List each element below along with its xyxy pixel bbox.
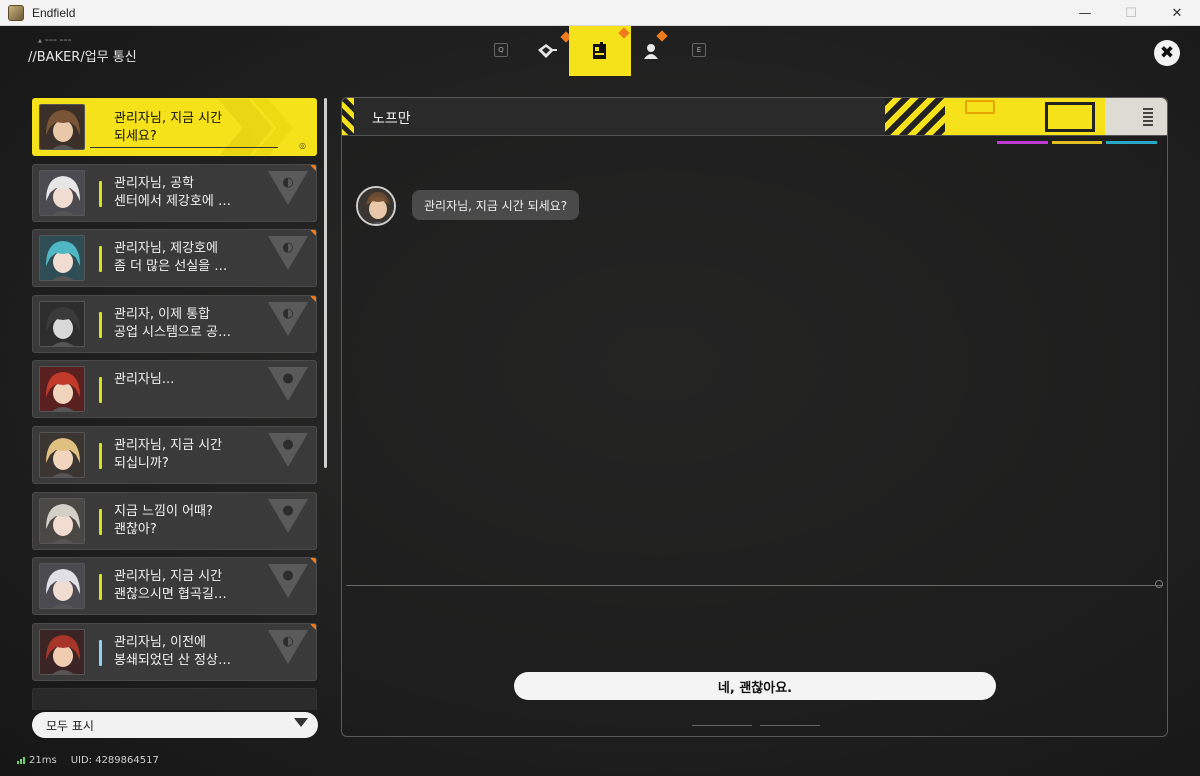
- bottom-decoration: [692, 725, 852, 727]
- conversation-item[interactable]: ◐ 관리자, 이제 통합 공업 시스템으로 공…: [32, 294, 317, 353]
- conversation-preview: 지금 느낌이 어때? 괜찮아?: [114, 503, 213, 537]
- avatar: [39, 497, 85, 544]
- app-icon: [8, 4, 24, 21]
- document-icon: [593, 42, 606, 59]
- filter-label: 모두 표시: [46, 718, 94, 733]
- uid-text: UID: 4289864517: [70, 755, 159, 766]
- reply-option-button[interactable]: 네, 괜찮아요.: [514, 672, 996, 700]
- conversation-item[interactable]: ● 관리자님, 지금 시간 되십니까?: [32, 426, 317, 484]
- avatar: [39, 235, 85, 282]
- person-silhouette-icon: ●: [282, 371, 294, 387]
- message-bubble: 관리자님, 지금 시간 되세요?: [412, 190, 580, 220]
- conversation-item[interactable]: ● 관리자님, 지금 시간 괜찮으시면 협곡길…: [32, 557, 317, 616]
- conversation-preview: 관리자님, 지금 시간 되세요?: [114, 111, 223, 144]
- conversation-item[interactable]: ◐ 관리자님, 제강호에 좀 더 많은 선실을 …: [32, 229, 317, 288]
- conversation-preview: 관리자님, 지금 시간 되십니까?: [114, 438, 223, 471]
- signal-icon: [17, 757, 25, 764]
- filter-dropdown[interactable]: 모두 표시: [32, 712, 318, 738]
- planet-icon: ◐: [282, 633, 294, 649]
- conversation-item[interactable]: ◐ 관리자님, 이전에 봉쇄되었던 산 정상…: [32, 622, 317, 681]
- contact-avatar: [356, 186, 396, 226]
- category-bar: [99, 574, 102, 601]
- person-silhouette-icon: ●: [282, 568, 294, 584]
- category-bar: [99, 180, 102, 207]
- menu-lines-icon: [1143, 108, 1153, 128]
- color-segment: [1051, 141, 1103, 144]
- minimize-button[interactable]: —: [1062, 0, 1108, 26]
- category-bar: [99, 443, 102, 469]
- conversation-preview: 관리자님, 제강호에 좀 더 많은 선실을 …: [114, 241, 228, 275]
- window-titlebar: Endfield — ☐ ✕: [0, 0, 1200, 26]
- avatar: [39, 563, 85, 610]
- category-bar: [99, 311, 102, 338]
- new-indicator: [310, 230, 316, 236]
- conversation-preview: 관리자님...: [114, 372, 175, 388]
- planet-icon: ◐: [282, 240, 294, 256]
- new-indicator: [656, 30, 668, 42]
- maximize-button[interactable]: ☐: [1108, 0, 1154, 26]
- header-end-panel: [1105, 98, 1167, 135]
- window-controls: — ☐ ✕: [1062, 0, 1200, 26]
- conversation-item[interactable]: ◎ 관리자님, 지금 시간 되세요?: [32, 98, 317, 156]
- person-icon: [644, 44, 658, 59]
- avatar: [39, 432, 85, 478]
- filter-icon: [294, 718, 308, 727]
- window-close-button[interactable]: ✕: [1154, 0, 1200, 26]
- avatar: [39, 628, 85, 675]
- color-segment: [997, 141, 1048, 144]
- new-indicator: [310, 558, 316, 564]
- conversation-preview: 관리자님, 지금 시간 괜찮으시면 협곡길…: [114, 569, 227, 603]
- header-stripe: [342, 98, 354, 135]
- eye-icon: ◎: [299, 141, 306, 150]
- person-silhouette-icon: ●: [282, 502, 294, 518]
- color-segment: [1106, 141, 1158, 144]
- conversation-item[interactable]: ● 지금 느낌이 어때? 괜찮아?: [32, 491, 317, 550]
- divider-knob: [1155, 580, 1163, 588]
- category-bar: [99, 639, 102, 666]
- ping-value: 21ms: [29, 755, 57, 766]
- chat-panel: 노프만 관리자님, 지금 시간 되세요? 네, 괜찮아요.: [341, 97, 1168, 737]
- new-indicator: [310, 295, 316, 302]
- q-key-hint: Q: [494, 43, 508, 57]
- conversation-item[interactable]: ● 관리자님...: [32, 360, 317, 419]
- gift-icon: [538, 44, 557, 58]
- avatar: [39, 169, 85, 216]
- close-icon[interactable]: ✖: [1154, 40, 1180, 66]
- game-viewport: ▲ ═══ ═══ //BAKER/업무 통신 Q E ✖ ◎ 관리자님, 지금…: [0, 26, 1200, 776]
- planet-icon: ◐: [282, 174, 294, 190]
- avatar: [39, 104, 85, 150]
- chat-header: 노프만: [342, 98, 1167, 136]
- conversation-item[interactable]: ◐ 관리자님, 공학 센터에서 제강호에 …: [32, 163, 317, 222]
- conversation-item[interactable]: [32, 688, 317, 710]
- new-indicator: [310, 623, 316, 630]
- underline-decoration: [90, 147, 278, 148]
- color-strip: [997, 141, 1158, 144]
- contact-name: 노프만: [372, 111, 411, 127]
- conversation-list: ◎ 관리자님, 지금 시간 되세요? ◐ 관리자님, 공학 센터에서 제강호에 … ◐ 관…: [32, 98, 318, 710]
- header-decoration: [885, 98, 1105, 135]
- avatar: [39, 366, 85, 413]
- conversation-preview: 관리자, 이제 통합 공업 시스템으로 공…: [114, 306, 231, 340]
- conversation-preview: 관리자님, 공학 센터에서 제강호에 …: [114, 175, 231, 209]
- list-scrollbar[interactable]: [324, 98, 327, 468]
- category-bar: [99, 377, 102, 404]
- tab-operator[interactable]: [620, 26, 682, 76]
- new-indicator: [310, 164, 316, 171]
- window-title: Endfield: [32, 5, 76, 20]
- status-bar: 21ms UID: 4289864517: [17, 755, 159, 766]
- category-bar: [99, 246, 102, 273]
- avatar: [39, 300, 85, 347]
- person-silhouette-icon: ●: [282, 437, 294, 452]
- conversation-preview: 관리자님, 이전에 봉쇄되었던 산 정상…: [114, 634, 231, 668]
- e-key-hint: E: [692, 43, 706, 57]
- category-bar: [99, 508, 102, 535]
- chat-divider: [346, 585, 1163, 586]
- planet-icon: ◐: [282, 305, 294, 321]
- top-nav: Q E ✖: [0, 26, 1200, 76]
